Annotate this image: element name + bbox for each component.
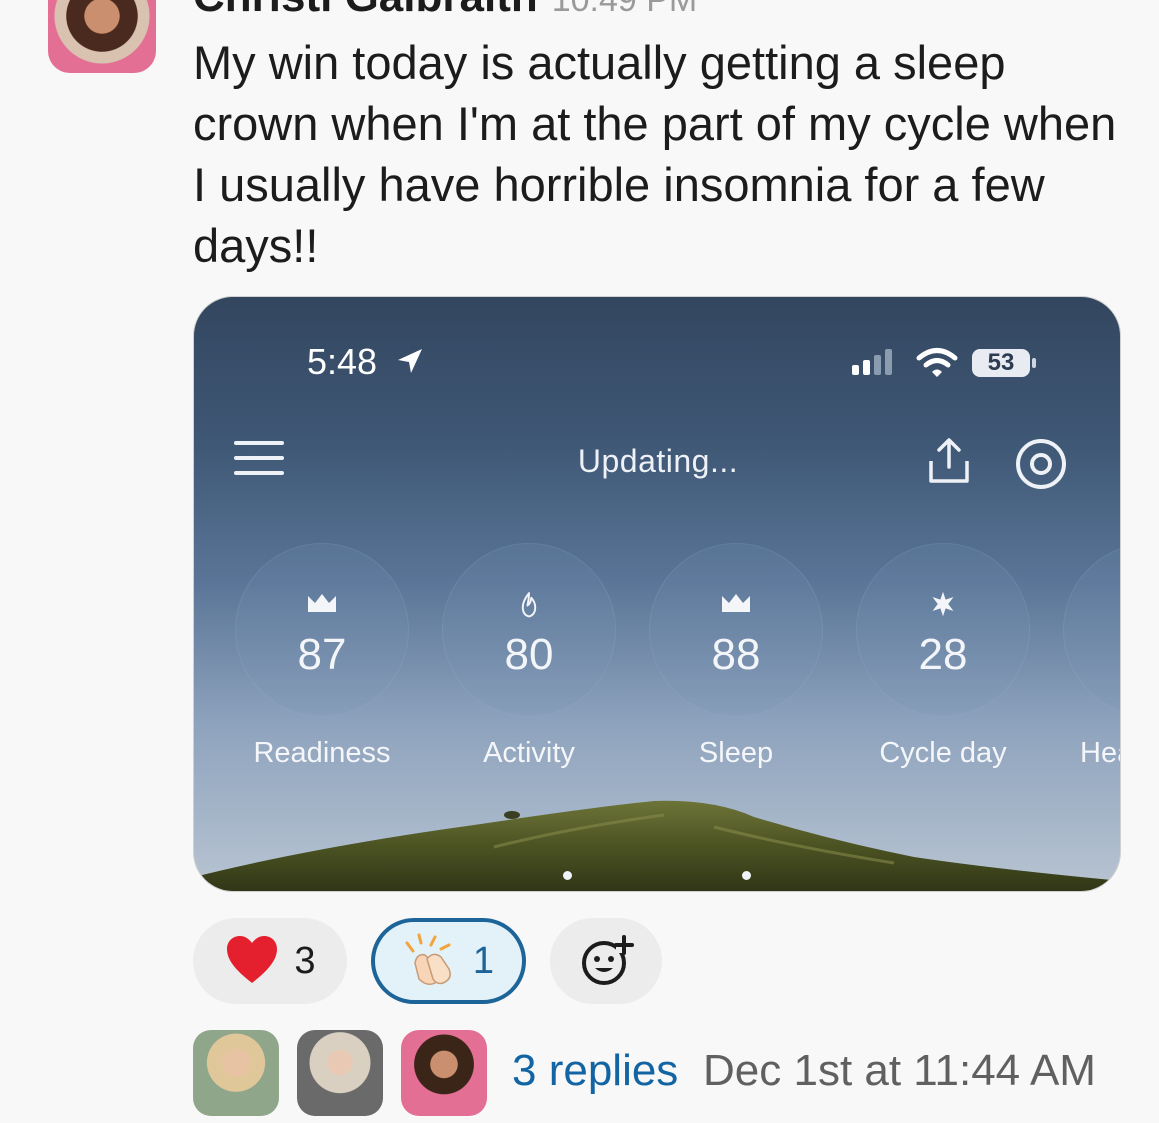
reaction-count: 3 bbox=[294, 939, 316, 982]
score-value: 28 bbox=[918, 630, 968, 679]
heart-reaction-button[interactable]: 3 bbox=[193, 918, 347, 1004]
thread-replies-link[interactable]: 3 replies bbox=[512, 1046, 678, 1096]
app-header: Updating... bbox=[194, 427, 1120, 497]
add-reaction-button[interactable] bbox=[550, 918, 662, 1004]
score-value: 87 bbox=[297, 630, 347, 679]
page-indicator-dot bbox=[563, 871, 572, 880]
reply-avatar[interactable] bbox=[193, 1030, 279, 1116]
reply-avatar[interactable] bbox=[401, 1030, 487, 1116]
activity-label: Activity bbox=[483, 737, 575, 769]
phone-status-bar: 5:48 53 bbox=[194, 337, 1120, 387]
sleep-score[interactable]: 88 bbox=[649, 543, 823, 717]
activity-score[interactable]: 80 bbox=[442, 543, 616, 717]
thread-last-reply-time: Dec 1st at 11:44 AM bbox=[703, 1046, 1096, 1095]
location-arrow-icon bbox=[398, 349, 422, 373]
crown-icon bbox=[308, 594, 336, 612]
cycle-day-score[interactable]: 28 bbox=[856, 543, 1030, 717]
author-avatar[interactable] bbox=[48, 0, 156, 73]
cellular-signal-icon bbox=[852, 349, 892, 375]
add-reaction-icon bbox=[582, 935, 634, 985]
sun-icon bbox=[932, 591, 954, 617]
flame-icon bbox=[521, 592, 537, 618]
share-icon[interactable] bbox=[926, 437, 972, 485]
hill-landscape-image bbox=[194, 800, 1120, 891]
clap-reaction-button[interactable]: 1 bbox=[371, 918, 526, 1004]
message-author[interactable]: Christi Galbraith 10:49 PM bbox=[193, 0, 697, 22]
sleep-label: Sleep bbox=[698, 737, 774, 769]
score-value: 80 bbox=[504, 630, 554, 679]
reaction-count: 1 bbox=[472, 939, 495, 982]
heart-emoji-icon bbox=[227, 936, 278, 983]
score-value: 88 bbox=[711, 630, 761, 679]
phone-clock: 5:48 bbox=[307, 341, 378, 382]
author-name[interactable]: Christi Galbraith bbox=[193, 0, 538, 21]
attached-image[interactable]: 5:48 53 Updating... 87 80 88 28 Readines… bbox=[193, 296, 1121, 892]
target-ring-icon[interactable] bbox=[1014, 437, 1068, 491]
page-indicator-dot bbox=[742, 871, 751, 880]
message-timestamp[interactable]: 10:49 PM bbox=[552, 0, 698, 19]
heart-rate-label: Hea bbox=[1080, 737, 1120, 769]
readiness-label: Readiness bbox=[253, 737, 391, 769]
readiness-score[interactable]: 87 bbox=[235, 543, 409, 717]
reply-avatar[interactable] bbox=[297, 1030, 383, 1116]
wifi-icon bbox=[916, 348, 958, 377]
heart-rate-score[interactable] bbox=[1063, 543, 1120, 717]
clapping-hands-icon bbox=[405, 933, 451, 986]
cycle-day-label: Cycle day bbox=[879, 737, 1007, 769]
battery-indicator: 53 bbox=[972, 349, 1036, 377]
crown-icon bbox=[722, 594, 750, 612]
header-title: Updating... bbox=[577, 443, 739, 479]
message-text: My win today is actually getting a sleep… bbox=[193, 36, 1117, 272]
